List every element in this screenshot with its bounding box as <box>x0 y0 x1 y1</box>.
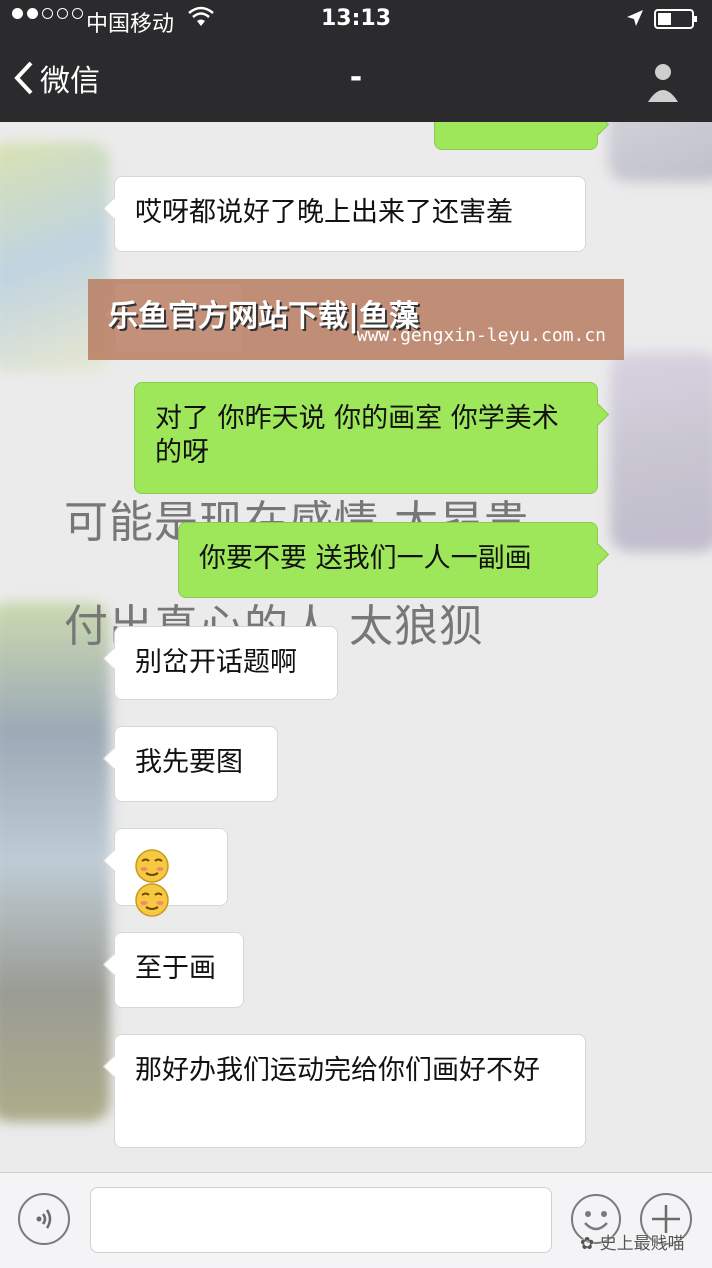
message-bubble-incoming: 至于画 <box>114 932 244 1008</box>
message-bubble-outgoing: 你要不要 送我们一人一副画 <box>178 522 598 598</box>
status-bar: 中国移动 13:13 <box>0 0 712 38</box>
source-watermark-text: 史上最贱喵 <box>599 1234 685 1254</box>
message-text: 对了 你昨天说 你的画室 你学美术的呀 <box>155 403 559 468</box>
wechat-logo-icon: ✿ <box>580 1234 595 1254</box>
battery-icon <box>654 9 697 29</box>
voice-button[interactable] <box>18 1193 70 1245</box>
smirk-emoji-icon <box>135 883 169 917</box>
message-bubble-incoming: 我先要图 <box>114 726 278 802</box>
clock-time: 13:13 <box>320 6 392 31</box>
message-input[interactable] <box>90 1187 552 1253</box>
message-bubble-incoming <box>114 828 228 917</box>
watermark-banner: 乐鱼官方网站下载|鱼藻 www.gengxin-leyu.com.cn <box>88 279 624 360</box>
message-bubble-outgoing: 对了 你昨天说 你的画室 你学美术的呀 <box>134 382 598 494</box>
message-text: 至于画 <box>135 953 216 984</box>
message-bubble-incoming: 哎呀都说好了晚上出来了还害羞 <box>114 176 586 252</box>
message-text: 别岔开话题啊 <box>135 647 297 678</box>
watermark-url: www.gengxin-leyu.com.cn <box>356 325 606 346</box>
message-text: 哎呀都说好了晚上出来了还害羞 <box>135 197 513 228</box>
contact-profile-icon[interactable] <box>640 58 686 104</box>
chat-title: - <box>349 60 363 95</box>
message-bubble-incoming: 别岔开话题啊 <box>114 626 338 700</box>
avatar <box>610 352 712 552</box>
location-arrow-icon <box>627 10 643 26</box>
chat-area[interactable]: 哎呀都说好了晚上出来了还害羞 乐鱼官方网站下载|鱼藻 www.gengxin-l… <box>0 122 712 1172</box>
message-text: 那好办我们运动完给你们画好不好 <box>135 1055 540 1086</box>
avatar <box>608 122 712 182</box>
message-bubble-partial <box>434 122 598 150</box>
smirk-emoji-icon <box>135 848 169 883</box>
input-bar: ✿ 史上最贱喵 <box>0 1172 712 1268</box>
voice-wave-icon <box>36 1209 52 1229</box>
message-text: 我先要图 <box>135 747 243 778</box>
avatar <box>0 602 110 1122</box>
source-watermark: ✿ 史上最贱喵 <box>580 1229 685 1254</box>
message-bubble-incoming: 那好办我们运动完给你们画好不好 <box>114 1034 586 1148</box>
message-text: 你要不要 送我们一人一副画 <box>199 543 532 574</box>
nav-bar: 微信 - <box>0 38 712 122</box>
